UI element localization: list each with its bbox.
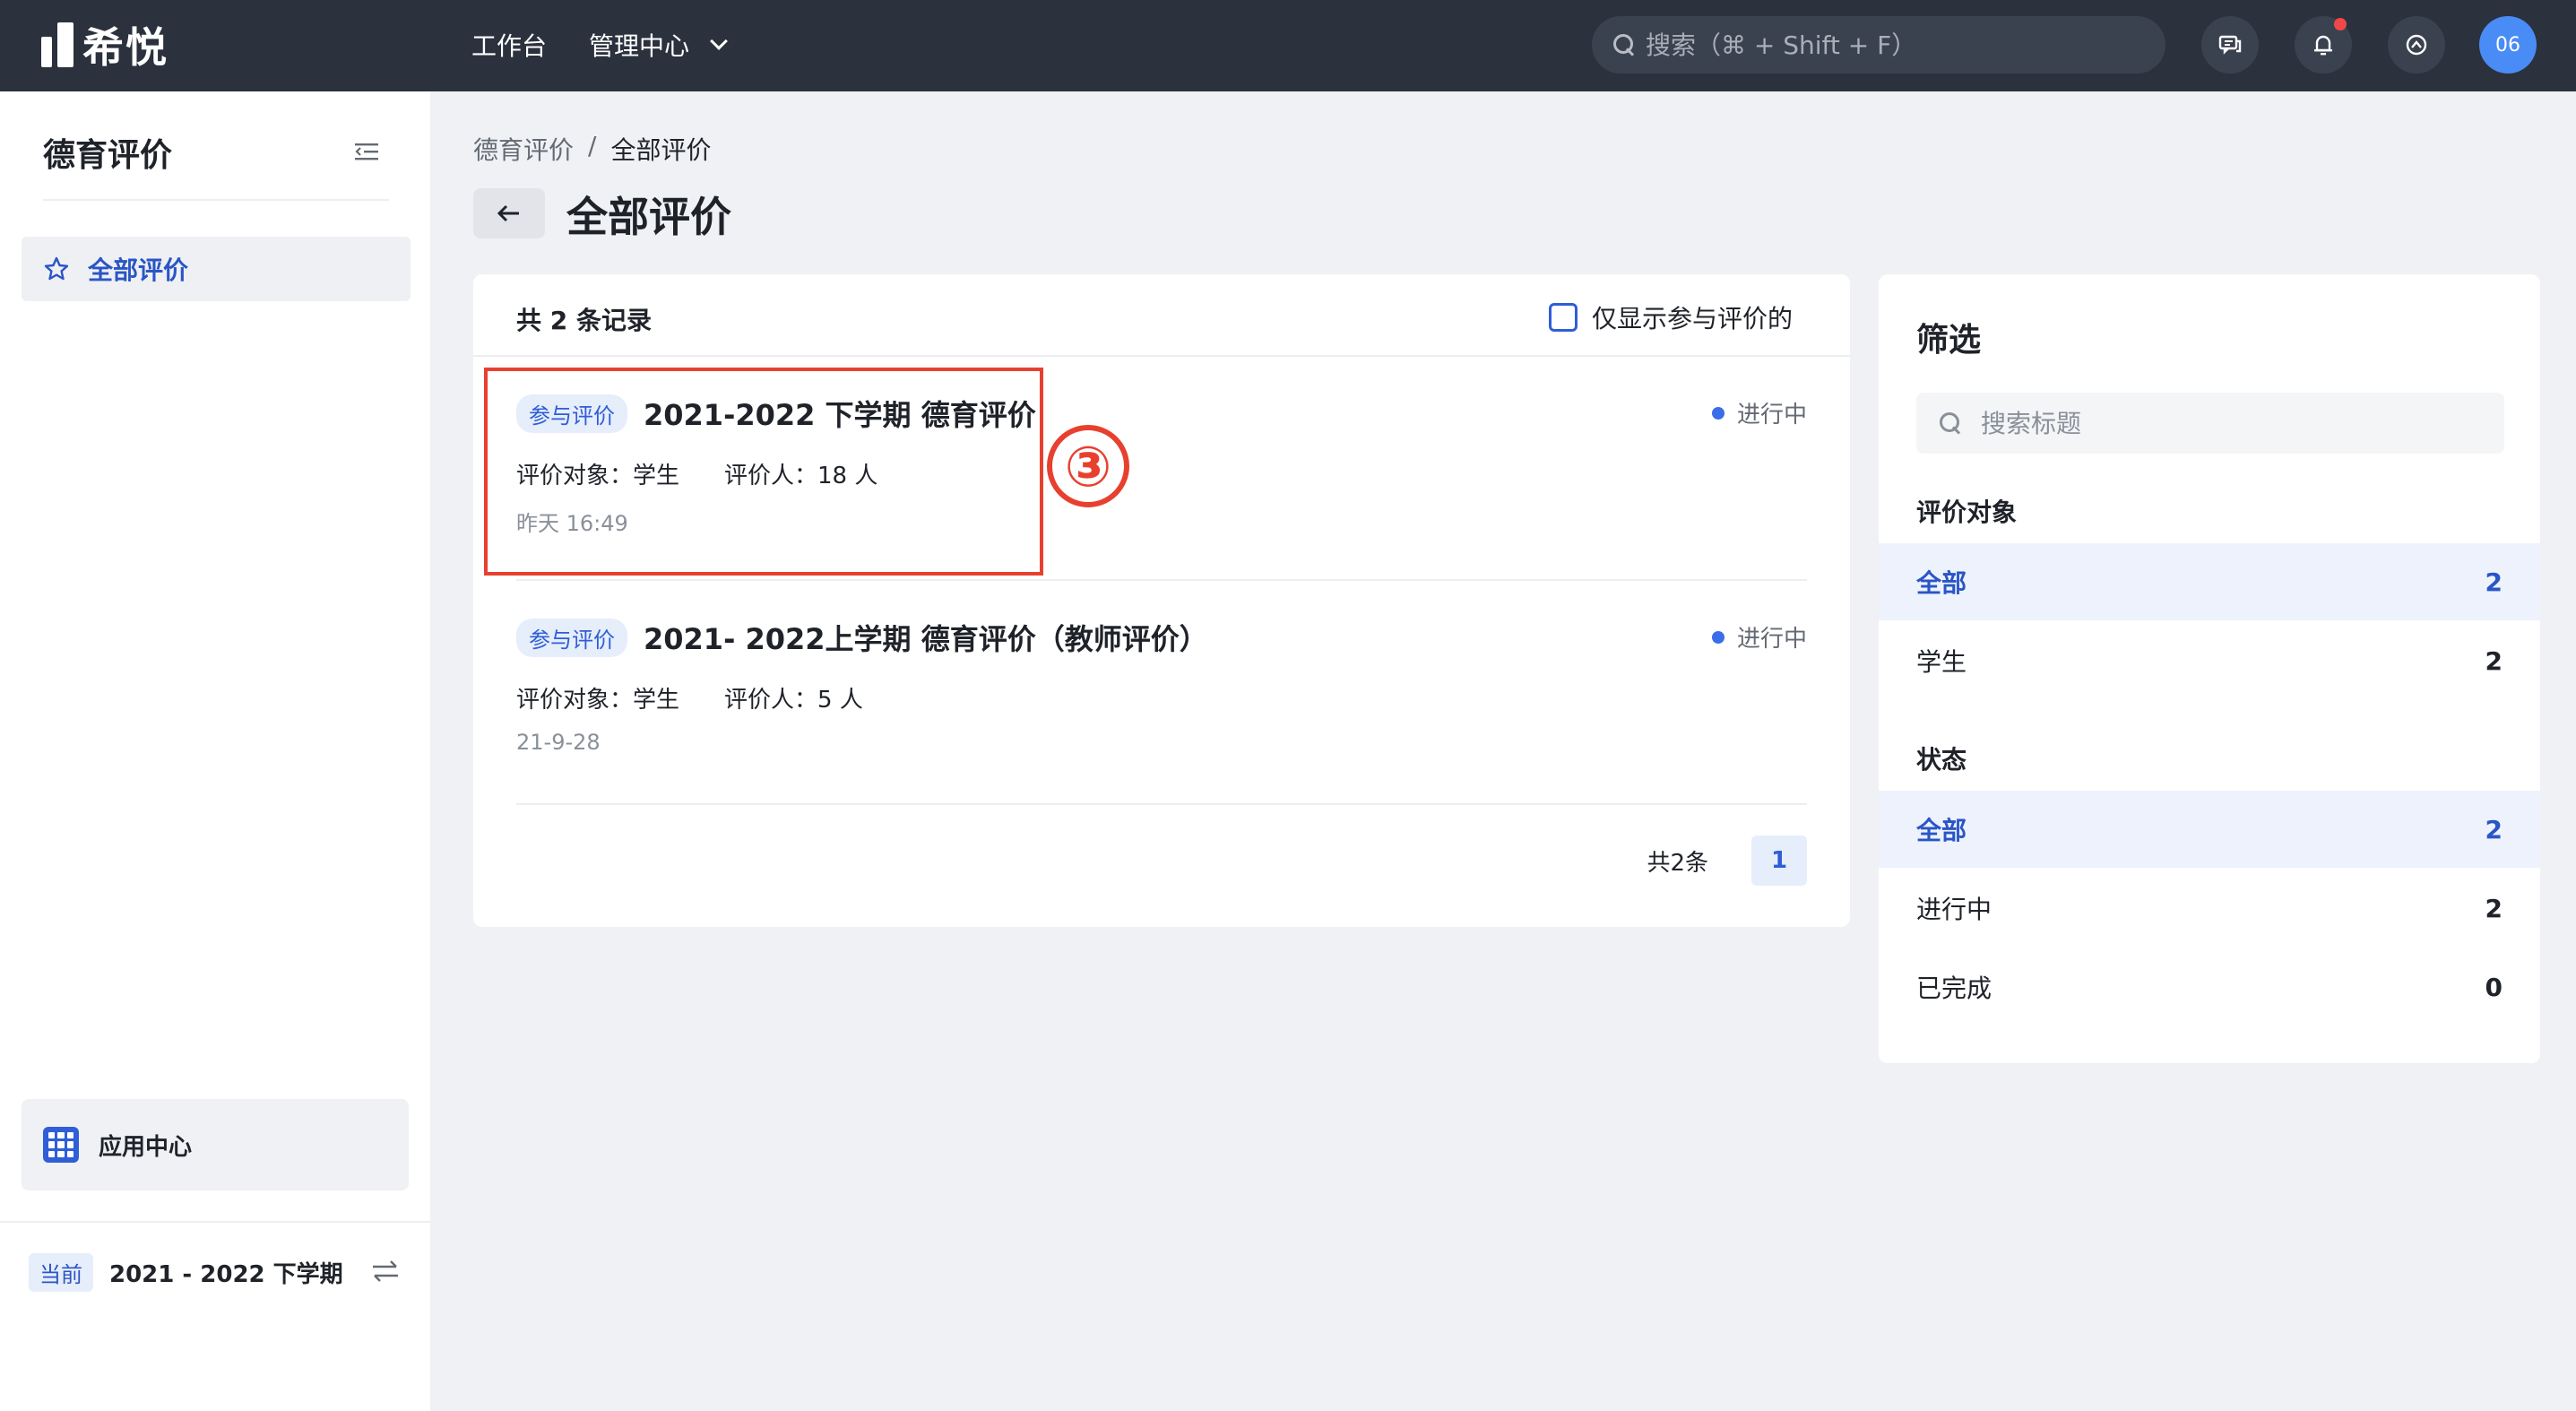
status-badge: 进行中 bbox=[1711, 396, 1807, 429]
nav-management-label: 管理中心 bbox=[589, 31, 690, 61]
record-evaluators: 评价人：5 人 bbox=[724, 687, 863, 714]
filter-panel: 筛选 评价对象 全部 2 学生 2 状态 全部 2 进行中 2 已完成 0 bbox=[1879, 274, 2540, 1063]
arrow-left-icon bbox=[497, 204, 519, 222]
status-dot bbox=[1711, 630, 1725, 644]
record-title[interactable]: 2021- 2022上学期 德育评价（教师评价） bbox=[644, 617, 1208, 658]
pagination-total: 共2条 bbox=[1647, 849, 1708, 877]
notification-dot bbox=[2334, 18, 2347, 30]
pagination: 共2条 1 bbox=[1647, 835, 1807, 886]
brand-logo[interactable]: 希悦 bbox=[41, 20, 169, 72]
status-badge: 进行中 bbox=[1711, 620, 1807, 654]
record-time: 21-9-28 bbox=[516, 730, 601, 755]
nav-workbench-label: 工作台 bbox=[471, 31, 548, 61]
filter-group-title-target: 评价对象 bbox=[1916, 498, 2018, 527]
filter-option-count: 0 bbox=[2485, 972, 2503, 1002]
back-button[interactable] bbox=[473, 188, 545, 238]
status-label: 进行中 bbox=[1736, 626, 1807, 653]
chevron-down-icon bbox=[710, 32, 728, 50]
help-button[interactable] bbox=[2388, 16, 2445, 74]
filter-option-label: 进行中 bbox=[1916, 895, 1993, 924]
top-bar: 希悦 工作台 管理中心 06 bbox=[0, 0, 2576, 91]
record-meta: 评价对象：学生 评价人：5 人 bbox=[516, 681, 863, 714]
filter-option-status-in-progress[interactable]: 进行中 2 bbox=[1879, 870, 2540, 947]
notification-button[interactable] bbox=[2295, 16, 2352, 74]
logo-mark-icon bbox=[41, 22, 73, 67]
app-center-button[interactable]: 应用中心 bbox=[22, 1099, 409, 1190]
filter-option-label: 学生 bbox=[1916, 647, 1967, 677]
brand-name: 希悦 bbox=[82, 23, 169, 72]
sidebar-divider bbox=[43, 199, 389, 201]
support-icon bbox=[2406, 34, 2427, 56]
global-search-input[interactable] bbox=[1646, 30, 2148, 60]
filter-option-label: 全部 bbox=[1916, 568, 1967, 598]
search-icon bbox=[1940, 412, 1961, 434]
current-term-tag: 当前 bbox=[29, 1253, 93, 1292]
filter-group-title-status: 状态 bbox=[1916, 745, 1967, 775]
star-icon bbox=[44, 256, 69, 281]
annotation-highlight-box bbox=[484, 368, 1043, 576]
filter-option-label: 已完成 bbox=[1916, 974, 1993, 1003]
participate-tag: 参与评价 bbox=[516, 618, 627, 657]
status-dot bbox=[1711, 406, 1725, 420]
record-target: 评价对象：学生 bbox=[516, 687, 680, 714]
current-term-value: 2021 - 2022 下学期 bbox=[109, 1261, 343, 1288]
sidebar-bottom-divider bbox=[0, 1221, 430, 1223]
list-item[interactable]: 参与评价 2021- 2022上学期 德育评价（教师评价） 评价对象：学生 评价… bbox=[516, 581, 1807, 805]
annotation-step-number: ③ bbox=[1047, 425, 1129, 507]
checkbox-box[interactable] bbox=[1549, 303, 1578, 332]
sidebar-item-label: 全部评价 bbox=[88, 255, 189, 285]
filter-option-target-student[interactable]: 学生 2 bbox=[1879, 622, 2540, 699]
filter-option-count: 2 bbox=[2485, 893, 2503, 923]
sidebar-item-all-evaluations[interactable]: 全部评价 bbox=[22, 237, 411, 301]
page-title: 全部评价 bbox=[566, 193, 731, 241]
search-icon bbox=[1613, 34, 1635, 56]
filter-option-label: 全部 bbox=[1916, 816, 1967, 845]
filter-title: 筛选 bbox=[1916, 322, 1982, 359]
current-term: 当前 2021 - 2022 下学期 bbox=[29, 1253, 343, 1292]
only-participating-checkbox[interactable]: 仅显示参与评价的 bbox=[1549, 299, 1793, 335]
collapse-sidebar-icon[interactable] bbox=[355, 142, 378, 161]
switch-term-icon[interactable] bbox=[371, 1259, 400, 1284]
filter-option-count: 2 bbox=[2485, 814, 2503, 844]
breadcrumb-parent[interactable]: 德育评价 bbox=[473, 131, 574, 167]
message-icon bbox=[2218, 35, 2242, 55]
breadcrumb-separator: / bbox=[588, 131, 597, 160]
breadcrumb: 德育评价 / 全部评价 bbox=[473, 131, 711, 167]
page-button-1[interactable]: 1 bbox=[1751, 835, 1807, 886]
filter-option-count: 2 bbox=[2485, 567, 2503, 597]
bell-icon bbox=[2314, 35, 2332, 56]
filter-option-status-completed[interactable]: 已完成 0 bbox=[1879, 948, 2540, 1026]
list-header: 共 2 条记录 仅显示参与评价的 bbox=[473, 274, 1850, 357]
record-count: 共 2 条记录 bbox=[516, 306, 652, 335]
sidebar: 德育评价 全部评价 应用中心 当前 2021 - 2022 下学期 bbox=[0, 91, 430, 1411]
app-grid-icon bbox=[43, 1127, 79, 1163]
global-search[interactable] bbox=[1592, 16, 2165, 74]
record-title-row: 参与评价 2021- 2022上学期 德育评价（教师评价） bbox=[516, 617, 1208, 658]
breadcrumb-current: 全部评价 bbox=[610, 135, 712, 165]
filter-search-input[interactable] bbox=[1981, 408, 2501, 438]
only-participating-label: 仅显示参与评价的 bbox=[1592, 304, 1794, 333]
filter-option-count: 2 bbox=[2485, 645, 2503, 676]
app-center-label: 应用中心 bbox=[99, 1133, 193, 1161]
message-button[interactable] bbox=[2201, 16, 2259, 74]
nav-workbench[interactable]: 工作台 bbox=[471, 27, 547, 63]
avatar[interactable]: 06 bbox=[2479, 16, 2537, 74]
filter-option-target-all[interactable]: 全部 2 bbox=[1879, 543, 2540, 620]
filter-option-status-all[interactable]: 全部 2 bbox=[1879, 791, 2540, 868]
sidebar-title: 德育评价 bbox=[43, 137, 173, 174]
status-label: 进行中 bbox=[1736, 402, 1807, 428]
filter-search[interactable] bbox=[1916, 393, 2504, 454]
nav-management-center[interactable]: 管理中心 bbox=[589, 27, 728, 63]
